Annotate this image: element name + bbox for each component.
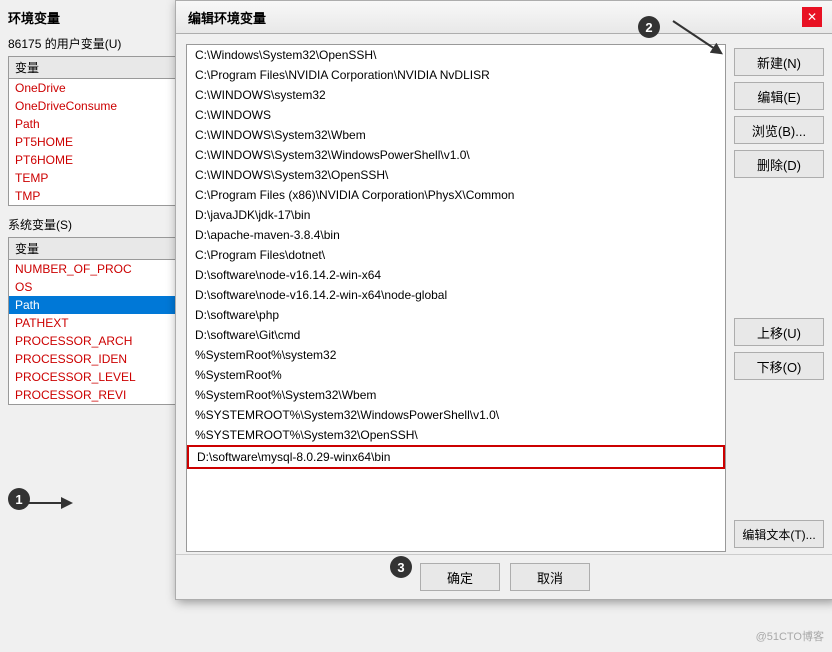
- new-button[interactable]: 新建(N): [734, 48, 824, 76]
- user-var-row[interactable]: TEMP: [9, 169, 191, 187]
- path-list-item[interactable]: C:\WINDOWS\System32\OpenSSH\: [187, 165, 725, 185]
- path-list-item[interactable]: C:\Program Files\NVIDIA Corporation\NVID…: [187, 65, 725, 85]
- path-list-item[interactable]: %SYSTEMROOT%\System32\WindowsPowerShell\…: [187, 405, 725, 425]
- path-list-item[interactable]: %SystemRoot%: [187, 365, 725, 385]
- path-list-item[interactable]: D:\apache-maven-3.8.4\bin: [187, 225, 725, 245]
- watermark: @51CTO博客: [756, 628, 824, 644]
- path-list-item[interactable]: %SystemRoot%\System32\Wbem: [187, 385, 725, 405]
- user-var-row[interactable]: Path: [9, 115, 191, 133]
- system-var-row[interactable]: PROCESSOR_REVI: [9, 386, 191, 404]
- path-list-item[interactable]: %SystemRoot%\system32: [187, 345, 725, 365]
- path-list-item[interactable]: %SYSTEMROOT%\System32\OpenSSH\: [187, 425, 725, 445]
- dialog-footer: 确定 取消: [176, 554, 832, 599]
- user-var-row[interactable]: PT5HOME: [9, 133, 191, 151]
- user-vars-label: 86175 的用户变量(U): [8, 35, 192, 52]
- annotation-2: 2: [638, 16, 660, 38]
- ok-button[interactable]: 确定: [420, 563, 500, 591]
- browse-button[interactable]: 浏览(B)...: [734, 116, 824, 144]
- path-list-item[interactable]: C:\WINDOWS\System32\WindowsPowerShell\v1…: [187, 145, 725, 165]
- env-panel: 环境变量 86175 的用户变量(U) 变量 OneDriveOneDriveC…: [0, 0, 200, 652]
- user-var-row[interactable]: TMP: [9, 187, 191, 205]
- edit-path-dialog: 编辑环境变量 ✕ C:\Windows\System32\OpenSSH\C:\…: [175, 0, 832, 600]
- delete-button[interactable]: 删除(D): [734, 150, 824, 178]
- system-var-row[interactable]: PROCESSOR_ARCH: [9, 332, 191, 350]
- user-vars-section: 86175 的用户变量(U) 变量 OneDriveOneDriveConsum…: [8, 35, 192, 206]
- user-var-row[interactable]: OneDriveConsume: [9, 97, 191, 115]
- path-list-item[interactable]: D:\software\mysql-8.0.29-winx64\bin: [187, 445, 725, 469]
- user-var-row[interactable]: OneDrive: [9, 79, 191, 97]
- path-list-item[interactable]: D:\software\Git\cmd: [187, 325, 725, 345]
- edit-text-button[interactable]: 编辑文本(T)...: [734, 520, 824, 548]
- system-var-row[interactable]: PROCESSOR_IDEN: [9, 350, 191, 368]
- system-vars-table: 变量 NUMBER_OF_PROCOSPathPATHEXTPROCESSOR_…: [8, 237, 192, 405]
- path-list-item[interactable]: C:\WINDOWS: [187, 105, 725, 125]
- dialog-titlebar: 编辑环境变量 ✕: [176, 1, 832, 34]
- path-list-item[interactable]: D:\software\node-v16.14.2-win-x64\node-g…: [187, 285, 725, 305]
- env-panel-title: 环境变量: [8, 8, 192, 27]
- path-list-item[interactable]: C:\WINDOWS\System32\Wbem: [187, 125, 725, 145]
- path-list[interactable]: C:\Windows\System32\OpenSSH\C:\Program F…: [186, 44, 726, 552]
- path-list-item[interactable]: C:\Windows\System32\OpenSSH\: [187, 45, 725, 65]
- move-up-button[interactable]: 上移(U): [734, 318, 824, 346]
- path-list-item[interactable]: D:\software\php: [187, 305, 725, 325]
- system-var-row[interactable]: PROCESSOR_LEVEL: [9, 368, 191, 386]
- annotation-3: 3: [390, 556, 412, 578]
- dialog-content: C:\Windows\System32\OpenSSH\C:\Program F…: [176, 34, 832, 562]
- edit-button[interactable]: 编辑(E): [734, 82, 824, 110]
- path-list-item[interactable]: C:\Program Files\dotnet\: [187, 245, 725, 265]
- path-list-item[interactable]: D:\javaJDK\jdk-17\bin: [187, 205, 725, 225]
- move-down-button[interactable]: 下移(O): [734, 352, 824, 380]
- user-vars-table: 变量 OneDriveOneDriveConsumePathPT5HOMEPT6…: [8, 56, 192, 206]
- path-list-item[interactable]: C:\Program Files (x86)\NVIDIA Corporatio…: [187, 185, 725, 205]
- user-var-row[interactable]: PT6HOME: [9, 151, 191, 169]
- path-list-item[interactable]: C:\WINDOWS\system32: [187, 85, 725, 105]
- system-vars-label: 系统变量(S): [8, 216, 192, 233]
- path-list-item[interactable]: D:\software\node-v16.14.2-win-x64: [187, 265, 725, 285]
- system-var-row[interactable]: Path: [9, 296, 191, 314]
- cancel-button[interactable]: 取消: [510, 563, 590, 591]
- system-vars-section: 系统变量(S) 变量 NUMBER_OF_PROCOSPathPATHEXTPR…: [8, 216, 192, 405]
- dialog-title: 编辑环境变量: [188, 8, 266, 27]
- dialog-close-button[interactable]: ✕: [802, 7, 822, 27]
- system-vars-header: 变量: [9, 238, 191, 260]
- buttons-panel: 新建(N) 编辑(E) 浏览(B)... 删除(D) 上移(U) 下移(O) 编…: [734, 44, 824, 552]
- annotation-1: 1: [8, 488, 30, 510]
- user-vars-header: 变量: [9, 57, 191, 79]
- system-var-row[interactable]: OS: [9, 278, 191, 296]
- system-var-row[interactable]: NUMBER_OF_PROC: [9, 260, 191, 278]
- system-var-row[interactable]: PATHEXT: [9, 314, 191, 332]
